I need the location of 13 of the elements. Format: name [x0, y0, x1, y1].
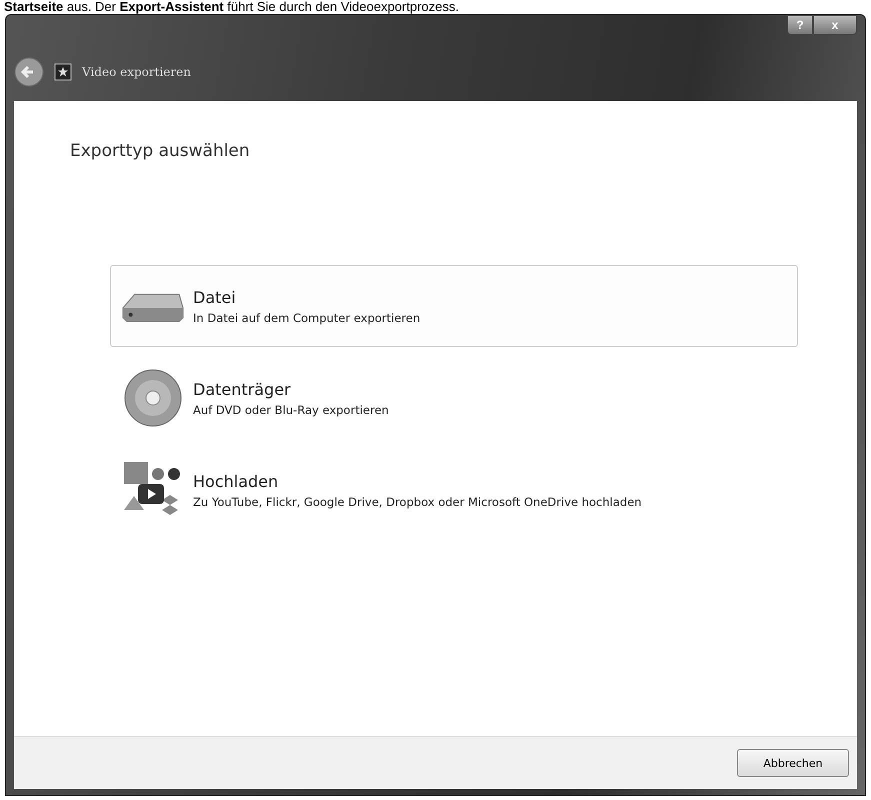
page-heading: Exporttyp auswählen: [70, 141, 251, 161]
option-title: Datei: [193, 288, 237, 306]
export-option[interactable]: Hochladen Zu YouTube, Flickr, Google Drive, Dropbox oder Microsoft OneDrive hochladen: [110, 449, 798, 531]
option-description: Zu YouTube, Flickr, Google Drive, Dropbox oder Microsoft OneDrive hochladen: [193, 494, 642, 508]
window-title: Video exportieren: [82, 65, 191, 79]
export-option[interactable]: Datei In Datei auf dem Computer exportieren: [110, 265, 798, 347]
caption-text: Startseite aus. Der Export-Assistent führt Sie durch den Videoexportprozess.: [3, 0, 460, 14]
cancel-button[interactable]: Abbrechen: [737, 749, 849, 777]
option-title: Hochladen: [193, 472, 280, 490]
export-option[interactable]: Datenträger Auf DVD oder Blu-Ray exportieren: [110, 357, 798, 439]
option-title: Datenträger: [193, 380, 292, 398]
option-description: In Datei auf dem Computer exportieren: [193, 310, 420, 324]
option-description: Auf DVD oder Blu-Ray exportieren: [193, 402, 389, 416]
